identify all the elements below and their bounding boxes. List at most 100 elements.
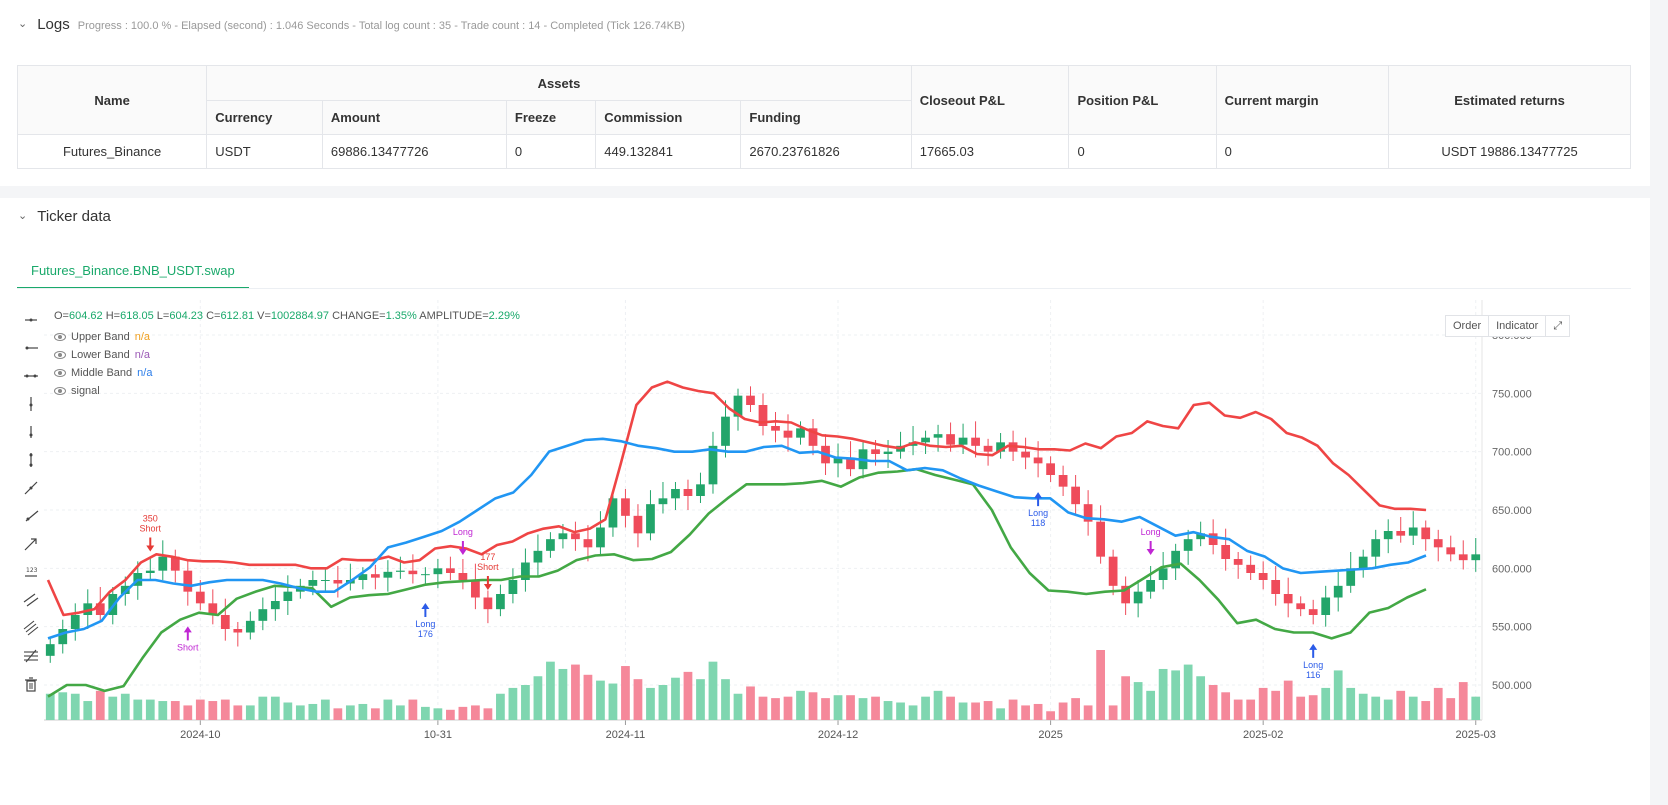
candle-body bbox=[1183, 539, 1193, 551]
amplitude-value: 2.29% bbox=[488, 310, 520, 322]
volume-bar bbox=[1396, 690, 1406, 720]
volume-bar bbox=[83, 701, 93, 720]
signal-label: Long bbox=[1028, 508, 1048, 518]
legend-signal[interactable]: signal bbox=[54, 385, 100, 397]
volume-bar bbox=[1358, 693, 1368, 720]
col-amount: Amount bbox=[321, 100, 507, 135]
legend-lower-band[interactable]: Lower Band n/a bbox=[54, 349, 150, 361]
volume-bar bbox=[345, 705, 355, 720]
candle-body bbox=[258, 609, 268, 621]
candle-body bbox=[708, 445, 718, 485]
volume-bar bbox=[245, 705, 255, 720]
eye-icon[interactable] bbox=[54, 351, 66, 359]
volume-bar bbox=[521, 685, 530, 720]
volume-bar bbox=[821, 698, 830, 720]
candle-body bbox=[1221, 545, 1231, 559]
volume-bar bbox=[721, 679, 730, 720]
signal-label: Short bbox=[140, 524, 162, 534]
candle-body bbox=[958, 437, 968, 445]
candle-body bbox=[983, 445, 993, 452]
short-arrow-icon bbox=[183, 626, 192, 641]
indicator-button[interactable]: Indicator bbox=[1488, 315, 1547, 337]
volume-bar bbox=[633, 679, 643, 720]
candle-body bbox=[1333, 585, 1343, 598]
candle-body bbox=[796, 428, 805, 438]
candle-body bbox=[1133, 591, 1143, 604]
candle-body bbox=[1458, 554, 1468, 561]
order-button[interactable]: Order bbox=[1445, 315, 1490, 337]
volume-bar bbox=[996, 708, 1005, 720]
candle-body bbox=[333, 580, 343, 584]
cell-name: Futures_Binance bbox=[16, 134, 208, 169]
y-tick-label: 550.000 bbox=[1492, 622, 1532, 634]
candle-body bbox=[571, 533, 580, 540]
cell-freeze: 0 bbox=[505, 134, 597, 169]
candle-body bbox=[1371, 539, 1381, 557]
fullscreen-icon[interactable]: ⤢ bbox=[1545, 315, 1571, 337]
candle-body bbox=[1308, 609, 1318, 615]
volume-bar bbox=[308, 703, 318, 720]
logs-header[interactable]: ⌄ Logs Progress : 100.0 % - Elapsed (sec… bbox=[18, 16, 685, 33]
volume-bar bbox=[871, 696, 880, 720]
legend-value: n/a bbox=[134, 349, 151, 361]
eye-icon[interactable] bbox=[54, 333, 66, 341]
cell-margin: 0 bbox=[1215, 134, 1390, 169]
candle-body bbox=[921, 437, 930, 443]
candlestick-chart[interactable]: 800.000750.000700.000650.000600.000550.0… bbox=[40, 300, 1600, 785]
eye-icon[interactable] bbox=[54, 369, 66, 377]
volume-bar bbox=[771, 698, 780, 720]
tab-bnb-usdt-swap[interactable]: Futures_Binance.BNB_USDT.swap bbox=[17, 253, 249, 289]
volume-bar bbox=[258, 696, 268, 720]
candle-body bbox=[458, 573, 468, 580]
volume-bar bbox=[1258, 687, 1268, 720]
candle-body bbox=[558, 533, 568, 540]
volume-bar bbox=[1308, 695, 1318, 720]
candle-body bbox=[1208, 533, 1218, 545]
short-arrow-icon bbox=[146, 537, 155, 552]
legend-upper-band[interactable]: Upper Band n/a bbox=[54, 331, 150, 343]
candle-body bbox=[370, 574, 380, 578]
candle-body bbox=[771, 426, 780, 431]
open-label: O= bbox=[54, 310, 69, 322]
volume-bar bbox=[558, 668, 568, 720]
volume-bar bbox=[170, 701, 180, 720]
candle-body bbox=[383, 571, 393, 578]
volume-bar bbox=[183, 705, 193, 720]
candle-body bbox=[320, 580, 330, 581]
volume-bar bbox=[733, 693, 743, 720]
candle-body bbox=[1146, 580, 1156, 592]
volume-bar bbox=[1271, 690, 1281, 720]
signal-label: Long bbox=[453, 527, 473, 537]
candle-body bbox=[646, 504, 655, 534]
eye-icon[interactable] bbox=[54, 387, 66, 395]
volume-bar bbox=[270, 696, 280, 720]
volume-bar bbox=[946, 696, 955, 720]
volume-bar bbox=[295, 705, 305, 720]
volume-bar bbox=[370, 708, 380, 720]
signal-label: 350 bbox=[143, 514, 158, 524]
col-closeout: Closeout P&L bbox=[910, 65, 1070, 135]
signal-label: 177 bbox=[480, 552, 495, 562]
volume-bar bbox=[783, 696, 793, 720]
ohlc-readout: O=604.62 H=618.05 L=604.23 C=612.81 V=10… bbox=[54, 310, 520, 322]
volume-bar bbox=[796, 690, 805, 720]
volume-bar bbox=[883, 701, 893, 720]
volume-bar bbox=[896, 702, 905, 720]
y-tick-label: 650.000 bbox=[1492, 505, 1532, 517]
long-close-arrow-icon bbox=[1146, 541, 1155, 555]
volume-bar bbox=[1021, 705, 1030, 720]
col-freeze: Freeze bbox=[505, 100, 597, 135]
ticker-header[interactable]: ⌄ Ticker data bbox=[18, 208, 111, 225]
volume-bar bbox=[1133, 682, 1143, 720]
volume-bar bbox=[220, 699, 230, 720]
volume-bar bbox=[208, 701, 218, 720]
volume-bar bbox=[708, 661, 718, 720]
volume-bar bbox=[621, 666, 630, 720]
candle-body bbox=[1033, 457, 1043, 464]
x-tick-label: 2025-02 bbox=[1243, 729, 1283, 741]
close-label: C= bbox=[206, 310, 221, 322]
chevron-down-icon[interactable]: ⌄ bbox=[18, 17, 27, 30]
chevron-down-icon[interactable]: ⌄ bbox=[18, 209, 27, 222]
legend-middle-band[interactable]: Middle Band n/a bbox=[54, 367, 152, 379]
signal-label: Short bbox=[177, 642, 199, 652]
